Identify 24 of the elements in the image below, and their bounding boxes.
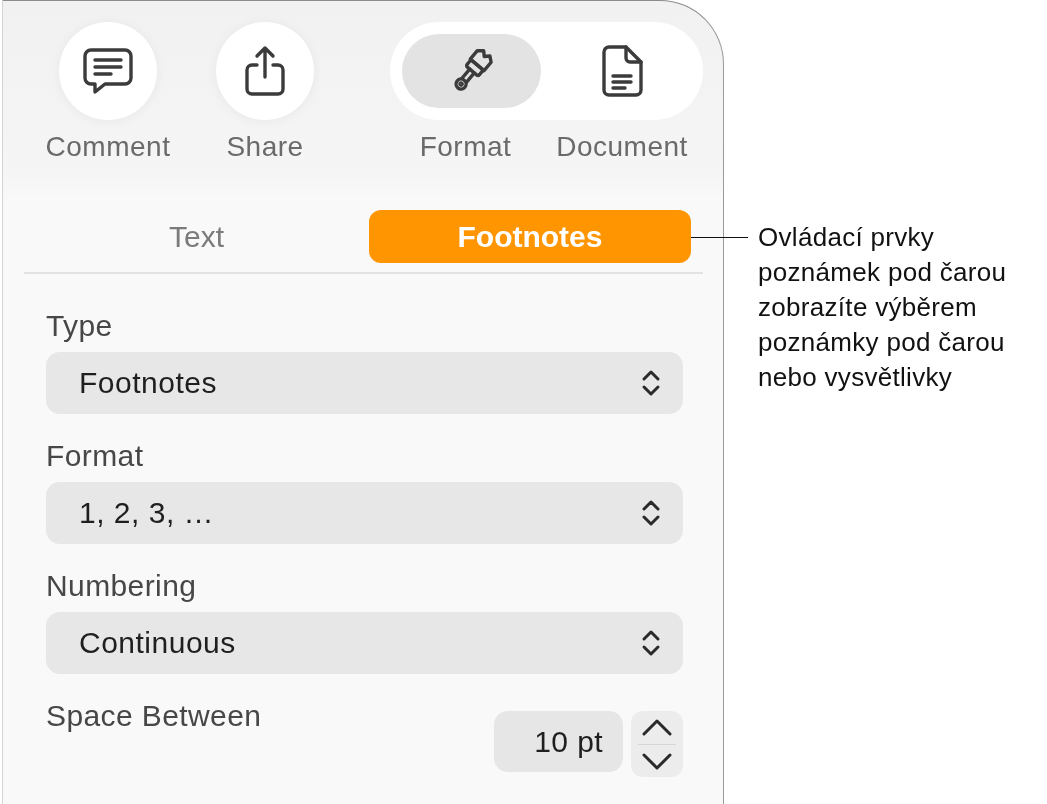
- field-label: Format: [46, 439, 144, 473]
- chevron-up-icon: [642, 719, 672, 736]
- popup-menu[interactable]: Continuous: [46, 612, 683, 674]
- callout-line: [691, 237, 748, 238]
- field-label: Type: [46, 309, 113, 343]
- document-icon: [601, 45, 643, 97]
- share-button[interactable]: Share: [195, 22, 335, 162]
- callout-text: Ovládací prvky poznámek pod čarou zobrazíte výběrem poznámky pod čarou nebo vysvětlivky: [758, 221, 1007, 394]
- speech-bubble-icon: [83, 48, 133, 94]
- popup-menu[interactable]: Footnotes: [46, 352, 683, 414]
- updown-chevron-icon: [641, 629, 661, 657]
- number-field[interactable]: 10 pt: [494, 711, 623, 772]
- stepper[interactable]: [631, 711, 683, 777]
- tab[interactable]: Text: [24, 210, 369, 263]
- updown-chevron-icon: [641, 499, 661, 527]
- field-label: Numbering: [46, 569, 197, 603]
- popup-menu[interactable]: 1, 2, 3, …: [46, 482, 683, 544]
- comment-button[interactable]: Comment: [38, 22, 178, 162]
- chevron-down-icon: [642, 753, 672, 770]
- document-segment[interactable]: Document: [541, 22, 703, 162]
- field-label: Space Between: [46, 699, 262, 733]
- share-icon: [244, 45, 286, 97]
- format-segment[interactable]: Format: [390, 22, 541, 162]
- updown-chevron-icon: [641, 369, 661, 397]
